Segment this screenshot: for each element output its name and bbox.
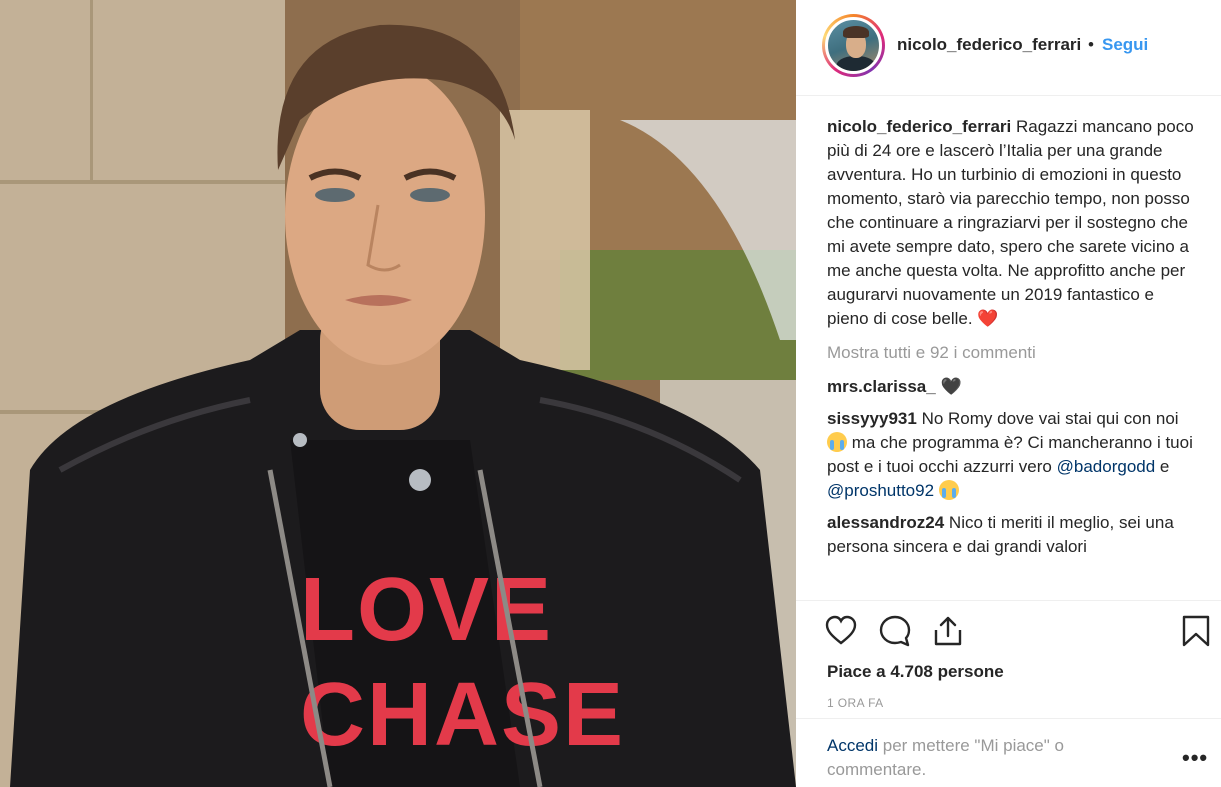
fountain-column — [500, 110, 590, 370]
comment-text: e — [1159, 457, 1170, 476]
comment-username-link[interactable]: alessandroz24 — [827, 513, 944, 532]
comment-text: 🖤 — [940, 377, 962, 396]
more-options-icon[interactable]: ••• — [1182, 745, 1208, 771]
bookmark-icon[interactable] — [1179, 614, 1213, 648]
mention-link[interactable]: @proshutto92 — [827, 481, 934, 500]
comment-username-link[interactable]: mrs.clarissa_ — [827, 377, 936, 396]
login-link[interactable]: Accedi — [827, 736, 878, 755]
divider — [796, 718, 1221, 719]
comment-username-link[interactable]: sissyyy931 — [827, 409, 917, 428]
action-bar — [796, 600, 1221, 660]
caption-username-link[interactable]: nicolo_federico_ferrari — [827, 117, 1011, 136]
heart-outline-icon[interactable] — [824, 614, 858, 648]
header-separator: • — [1088, 35, 1094, 54]
comment-item: alessandroz24 Nico ti meriti il meglio, … — [827, 511, 1197, 559]
caption-text: Ragazzi mancano poco più di 24 ore e las… — [827, 117, 1194, 328]
likes-count[interactable]: Piace a 4.708 persone — [827, 662, 1004, 682]
view-all-comments-link[interactable]: Mostra tutti e 92 i commenti — [827, 341, 1197, 365]
post-header: nicolo_federico_ferrari • Segui — [796, 0, 1221, 96]
crying-face-emoji — [827, 432, 847, 452]
photo-illustration: LOVE CHASE — [0, 0, 796, 787]
mention-link[interactable]: @badorgodd — [1057, 457, 1156, 476]
share-icon[interactable] — [931, 614, 965, 648]
header-username-link[interactable]: nicolo_federico_ferrari — [897, 35, 1081, 55]
crying-face-emoji — [938, 480, 959, 500]
post-side-panel: nicolo_federico_ferrari • Segui nicolo_f… — [796, 0, 1221, 787]
comment-item: mrs.clarissa_ 🖤 — [827, 375, 1197, 399]
avatar[interactable] — [825, 17, 882, 74]
speech-bubble-icon[interactable] — [878, 614, 912, 648]
post-photo[interactable]: LOVE CHASE — [0, 0, 796, 787]
caption: nicolo_federico_ferrari Ragazzi mancano … — [827, 115, 1197, 331]
comments-list[interactable]: nicolo_federico_ferrari Ragazzi mancano … — [827, 115, 1197, 599]
shirt-text-chase: CHASE — [300, 665, 625, 765]
red-heart-emoji: ❤️ — [977, 309, 999, 328]
story-ring[interactable] — [822, 14, 885, 77]
post-timestamp[interactable]: 1 ORA FA — [827, 696, 884, 710]
login-prompt: Accedi per mettere "Mi piace" o commenta… — [827, 734, 1157, 782]
face — [285, 65, 485, 365]
comment-text: No Romy dove vai stai qui con noi — [921, 409, 1179, 428]
follow-button[interactable]: Segui — [1102, 35, 1148, 55]
comment-item: sissyyy931 No Romy dove vai stai qui con… — [827, 407, 1197, 503]
